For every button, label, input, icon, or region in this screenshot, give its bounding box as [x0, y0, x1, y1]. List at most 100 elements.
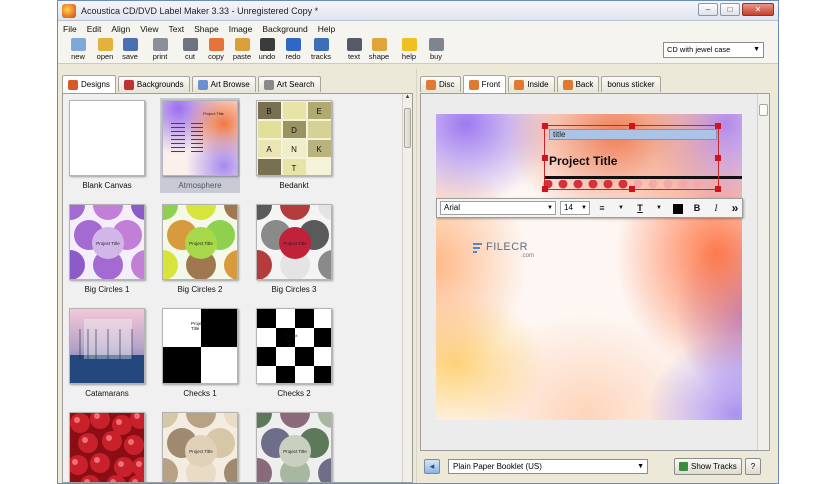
font-size-select[interactable]: 14 ▼ [560, 201, 590, 215]
left-tab-designs[interactable]: Designs [62, 75, 116, 93]
menu-edit[interactable]: Edit [82, 24, 107, 34]
design-thumbnail[interactable]: Project Title [254, 410, 334, 482]
tool-label: open [96, 52, 114, 61]
copy-tool-button[interactable]: copy [203, 38, 229, 61]
right-tab-back[interactable]: Back [556, 76, 600, 92]
tab-label: Backgrounds [136, 80, 184, 89]
font-family-select[interactable]: Arial ▼ [440, 201, 556, 215]
minimize-button[interactable]: – [698, 3, 718, 16]
menu-align[interactable]: Align [106, 24, 135, 34]
design-preview-image: Project Title [256, 308, 332, 384]
more-options-button[interactable]: » [728, 201, 742, 215]
project-title-text[interactable]: Project Title [549, 154, 617, 168]
show-tracks-button[interactable]: Show Tracks [674, 458, 742, 475]
booklet-type-select[interactable]: Plain Paper Booklet (US) ▼ [448, 459, 648, 474]
right-tab-bonus-sticker[interactable]: bonus sticker [601, 76, 661, 92]
chevron-down-icon[interactable]: ▼ [652, 201, 666, 215]
design-thumbnail[interactable]: Project Title Big Circles 3 [254, 202, 334, 297]
designs-scrollbar[interactable]: ▲ [402, 94, 412, 482]
buy-tool-button[interactable]: buy [423, 38, 449, 61]
left-tab-art-search[interactable]: Art Search [257, 76, 321, 92]
design-preview-image: Project Title [162, 100, 238, 176]
text-tool-button[interactable]: text [341, 38, 367, 61]
menu-file[interactable]: File [58, 24, 82, 34]
title-text-field[interactable]: title [549, 129, 717, 140]
bold-button[interactable]: B [690, 201, 704, 215]
right-tab-front[interactable]: Front [462, 75, 507, 93]
selected-text-box[interactable]: title Project Title [542, 123, 721, 192]
bottom-bar: ◂ Plain Paper Booklet (US) ▼ Show Tracks… [420, 453, 770, 481]
back-nav-button[interactable]: ◂ [424, 459, 440, 474]
design-thumbnail[interactable]: Project Title Atmosphere [160, 98, 240, 193]
left-tab-backgrounds[interactable]: Backgrounds [117, 76, 190, 92]
svg-text:K: K [316, 145, 322, 154]
cut-tool-button[interactable]: cut [177, 38, 203, 61]
design-thumbnail[interactable]: Project Title [160, 410, 240, 482]
tab-label: Designs [81, 80, 110, 89]
design-thumbnail[interactable] [67, 410, 147, 482]
filecr-logo-icon [473, 243, 482, 253]
label-editor-panel: title Project Title FILECR .com Arial ▼ … [420, 93, 770, 451]
resize-handle-n[interactable] [629, 123, 635, 129]
paste-tool-button[interactable]: paste [229, 38, 255, 61]
label-canvas[interactable]: title Project Title FILECR .com [436, 114, 742, 420]
tracks-tool-button[interactable]: tracks [308, 38, 334, 61]
design-thumbnail[interactable]: Blank Canvas [67, 98, 147, 193]
align-button[interactable]: ≡ [595, 201, 609, 215]
save-tool-button[interactable]: save [117, 38, 143, 61]
design-caption: Big Circles 3 [271, 285, 317, 294]
case-type-select[interactable]: CD with jewel case ▼ [663, 42, 764, 58]
scroll-up-icon[interactable]: ▲ [403, 94, 412, 104]
left-tab-art-browse[interactable]: Art Browse [191, 76, 256, 92]
open-tool-button[interactable]: open [92, 38, 118, 61]
maximize-button[interactable]: □ [720, 3, 740, 16]
design-thumbnail[interactable]: Project Title Checks 1 [160, 306, 240, 401]
close-button[interactable]: ✕ [742, 3, 774, 16]
tab-label: Back [575, 80, 594, 89]
italic-button[interactable]: I [709, 201, 723, 215]
left-tab-strip: Designs Backgrounds Art Browse Art Search [62, 75, 321, 93]
toolbar: CD with jewel case ▼ new open save print cut… [58, 37, 778, 64]
help-tool-button[interactable]: help [396, 38, 422, 61]
print-tool-button[interactable]: print [147, 38, 173, 61]
resize-handle-nw[interactable] [542, 123, 548, 129]
resize-handle-ne[interactable] [715, 123, 721, 129]
menu-help[interactable]: Help [313, 24, 340, 34]
menu-bar: File Edit Align View Text Shape Image Ba… [58, 21, 778, 37]
menu-background[interactable]: Background [257, 24, 312, 34]
design-thumbnail[interactable]: Project Title Big Circles 1 [67, 202, 147, 297]
new-tool-button[interactable]: new [65, 38, 91, 61]
resize-handle-s[interactable] [629, 186, 635, 192]
design-caption: Blank Canvas [82, 181, 132, 190]
scroll-thumb[interactable] [759, 104, 768, 116]
scroll-thumb[interactable] [404, 108, 411, 148]
svg-text:Project Title: Project Title [189, 241, 213, 246]
tool-label: cut [184, 52, 195, 61]
undo-tool-button[interactable]: undo [254, 38, 280, 61]
right-tab-disc[interactable]: Disc [420, 76, 461, 92]
help-button[interactable]: ? [745, 458, 761, 475]
resize-handle-se[interactable] [715, 186, 721, 192]
design-thumbnail[interactable]: B E D A N K T Bedankt [254, 98, 334, 193]
help-icon [401, 38, 417, 51]
fill-color-button[interactable] [671, 201, 685, 215]
menu-image[interactable]: Image [224, 24, 258, 34]
design-preview-image: B E D A N K T [256, 100, 332, 176]
design-thumbnail[interactable]: Project Title Checks 2 [254, 306, 334, 401]
redo-tool-button[interactable]: redo [280, 38, 306, 61]
editor-scrollbar[interactable] [757, 94, 769, 450]
menu-text[interactable]: Text [164, 24, 190, 34]
menu-shape[interactable]: Shape [189, 24, 224, 34]
design-thumbnail[interactable]: Catamarans [67, 306, 147, 401]
floppy-disk-icon [122, 38, 138, 51]
chevron-down-icon[interactable]: ▼ [614, 201, 628, 215]
resize-handle-w[interactable] [542, 155, 548, 161]
resize-handle-sw[interactable] [542, 186, 548, 192]
text-color-button[interactable]: T [633, 201, 647, 215]
design-thumbnail[interactable]: Project Title Big Circles 2 [160, 202, 240, 297]
tool-label: help [401, 52, 417, 61]
resize-handle-e[interactable] [715, 155, 721, 161]
menu-view[interactable]: View [135, 24, 163, 34]
right-tab-inside[interactable]: Inside [508, 76, 555, 92]
shape-tool-button[interactable]: shape [366, 38, 392, 61]
